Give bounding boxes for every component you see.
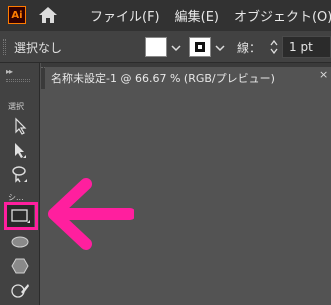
- arrow-annotation-icon: [48, 178, 134, 250]
- shaper-tool-icon[interactable]: [6, 278, 34, 302]
- ellipse-tool-icon[interactable]: [6, 230, 34, 254]
- selection-status: 選択なし: [14, 41, 63, 55]
- home-icon[interactable]: [37, 5, 59, 25]
- selection-tool-icon[interactable]: [6, 114, 34, 138]
- menu-object[interactable]: オブジェクト(O): [234, 6, 331, 25]
- stepper-icon[interactable]: [270, 40, 278, 54]
- document-tab[interactable]: 名称未設定-1 @ 66.67 % (RGB/プレビュー): [45, 67, 331, 89]
- main-menu: ファイル(F) 編集(E) オブジェクト(O): [90, 0, 331, 31]
- menu-edit[interactable]: 編集(E): [175, 6, 219, 25]
- tools-panel-grip[interactable]: [6, 79, 30, 82]
- control-bar: 選択なし 線： 1 pt: [0, 31, 331, 63]
- document-tab-bar: 名称未設定-1 @ 66.67 % (RGB/プレビュー) ×: [41, 63, 331, 89]
- stroke-weight-field[interactable]: 1 pt: [282, 36, 331, 58]
- illustrator-logo-icon[interactable]: Ai: [8, 6, 26, 24]
- stroke-color-swatch[interactable]: [189, 37, 211, 57]
- chevron-down-icon[interactable]: [215, 43, 225, 53]
- stroke-weight-label: 線：: [237, 41, 262, 55]
- menu-bar: Ai ファイル(F) 編集(E) オブジェクト(O): [0, 0, 331, 31]
- close-icon[interactable]: ×: [319, 68, 328, 81]
- tool-highlight-box: [4, 202, 38, 230]
- polygon-tool-icon[interactable]: [6, 254, 34, 278]
- tools-panel: ▸▸ 選択 シ...: [0, 63, 40, 305]
- menu-file[interactable]: ファイル(F): [90, 6, 160, 25]
- fill-color-swatch[interactable]: [145, 37, 167, 57]
- direct-selection-tool-icon[interactable]: [6, 138, 34, 162]
- control-bar-grip[interactable]: [3, 39, 6, 55]
- section-label-select: 選択: [8, 102, 24, 111]
- document-tab-title: 名称未設定-1 @ 66.67 % (RGB/プレビュー): [51, 72, 275, 85]
- collapse-panel-icon[interactable]: ▸▸: [6, 67, 13, 76]
- lasso-tool-icon[interactable]: [6, 162, 34, 186]
- chevron-down-icon[interactable]: [171, 43, 181, 53]
